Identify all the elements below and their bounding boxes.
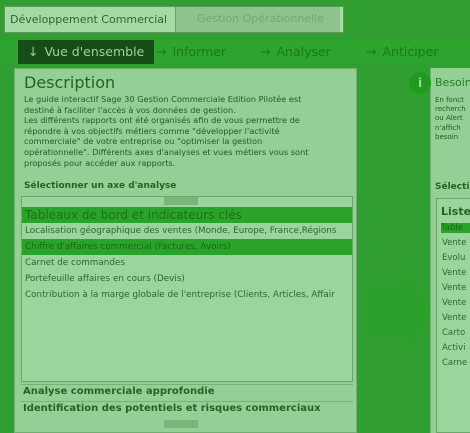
list-item[interactable]: Contribution à la marge globale de l'ent… xyxy=(22,287,352,303)
main-content: Développement Commercial Gestion Opérati… xyxy=(0,0,470,433)
info-icon: i xyxy=(409,72,431,94)
list-item[interactable]: Chiffre d'affaires commercial (Factures,… xyxy=(22,239,352,255)
right-list-title: Liste xyxy=(441,205,470,218)
selection-label: Sélection xyxy=(435,182,470,192)
tab-gestion-operationnelle[interactable]: Gestion Opérationnelle xyxy=(175,7,340,32)
description-title: Description xyxy=(24,73,116,92)
analyse-approfondie[interactable]: Analyse commerciale approfondie xyxy=(21,384,353,400)
description-text: Le guide interactif Sage 30 Gestion Comm… xyxy=(24,94,309,168)
right-list-item[interactable]: Evolu xyxy=(442,253,470,263)
nav-analyser[interactable]: → Analyser xyxy=(260,40,331,64)
right-list-item[interactable]: Vente xyxy=(442,283,470,293)
list-item[interactable]: Portefeuille affaires en cours (Devis) xyxy=(22,271,352,287)
right-list-item[interactable]: Vente xyxy=(442,298,470,308)
right-list-item[interactable]: Carne xyxy=(442,358,470,368)
big-arrow-icon xyxy=(362,262,432,358)
nav-vue-ensemble[interactable]: ↓ Vue d'ensemble xyxy=(18,40,155,64)
app-root: Développement Commercial Gestion Opérati… xyxy=(0,0,470,433)
right-list: Liste Table Vente Evolu Vente Vente Vent… xyxy=(436,198,470,433)
axe-list: Tableaux de bord et indicateurs clés Loc… xyxy=(21,196,353,382)
right-list-item[interactable]: Table xyxy=(441,223,470,233)
right-list-item[interactable]: Vente xyxy=(442,313,470,323)
top-navbar: ↓ Vue d'ensemble → Informer → Analyser → Ant… xyxy=(0,40,470,64)
list-item[interactable]: Localisation géographique des ventes (Mo… xyxy=(22,223,352,239)
identification-potentiels[interactable]: Identification des potentiels et risques… xyxy=(21,401,353,417)
besoin-title: Besoin xyxy=(435,76,470,89)
nav-anticiper[interactable]: → Anticiper xyxy=(366,40,438,64)
list-scroll-handle[interactable] xyxy=(164,197,198,205)
arrow-right-icon: → xyxy=(156,44,167,59)
bottom-scroll-handle[interactable] xyxy=(164,420,198,428)
right-list-item[interactable]: Vente xyxy=(442,268,470,278)
besoin-text: En fonct recherch ou Alert n'affich beso… xyxy=(435,96,466,141)
right-list-item[interactable]: Carto xyxy=(442,328,470,338)
tab-developpement-label: Développement Commercial xyxy=(10,13,168,26)
arrow-right-icon: → xyxy=(260,44,271,59)
nav-informer[interactable]: → Informer xyxy=(156,40,226,64)
list-item[interactable]: Tableaux de bord et indicateurs clés xyxy=(22,207,352,223)
right-list-item[interactable]: Activi xyxy=(442,343,470,353)
axe-analyse-label: Sélectionner un axe d'analyse xyxy=(24,181,177,191)
arrow-right-icon: → xyxy=(366,44,377,59)
right-list-item[interactable]: Vente xyxy=(442,238,470,248)
tab-gestion-label: Gestion Opérationnelle xyxy=(197,12,324,25)
list-item[interactable]: Carnet de commandes xyxy=(22,255,352,271)
arrow-down-icon: ↓ xyxy=(28,44,39,59)
